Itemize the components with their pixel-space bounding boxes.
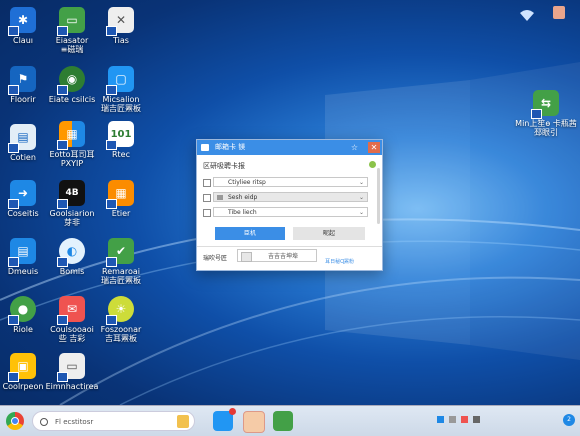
desktop-icon-remaroai[interactable]: ✔ Remaroai 瑞吉匠罴板 [87,238,155,285]
arrow-icon: ➜ [8,180,36,209]
gear-icon: ✱ [8,7,36,36]
desktop-icon-label: Micsalion 瑞吉匠罴板 [101,95,141,113]
desktop-icon-label: Tias [113,36,129,45]
tray-icon[interactable] [460,416,468,423]
4k-icon: 4B [57,180,85,209]
settings-dialog: 邮箱卡 镁 ☆ ✕ 区研吸聘卡报 Ctiyliee ritsp ⌄ Sesh e… [196,139,383,271]
footer-input[interactable]: 吉吉吉坤埠 [237,249,317,262]
app-window-icon: ▢ [106,66,134,95]
taskbar-app-files[interactable] [213,408,236,431]
close-button[interactable]: ✕ [368,142,380,153]
status-icon [369,161,376,168]
globe-icon: ◉ [57,66,85,95]
option-select[interactable]: Tibe liech ⌄ [213,207,368,217]
dialog-scrollbar[interactable] [377,168,380,224]
start-button[interactable] [6,412,24,430]
windows-logo-icon: ▦ [57,121,85,150]
file-icon [241,251,252,262]
app-icon [201,144,209,151]
chevron-down-icon: ⌄ [358,179,364,186]
option-checkbox[interactable] [203,194,211,202]
dialog-titlebar[interactable]: 邮箱卡 镁 ☆ ✕ [197,140,382,155]
taskbar-app-contacts[interactable] [243,411,265,433]
option-checkbox[interactable] [203,179,211,187]
taskbar-app-check[interactable] [273,411,293,431]
tray-icon[interactable] [437,416,444,423]
checkmark-icon: ✔ [106,238,134,267]
desktop-icon-etier[interactable]: ▦ Etier [87,180,155,218]
option-select[interactable]: Ctiyliee ritsp ⌄ [213,177,368,187]
option-label: Sesh eidp [228,194,258,201]
search-placeholder: Fl ecstitosr [55,418,94,426]
option-row[interactable]: Tibe liech ⌄ [203,207,368,218]
dialog-header: 区研吸聘卡报 [197,155,382,171]
divider [197,246,382,247]
search-input[interactable]: Fl ecstitosr [32,411,195,431]
circle-logo-icon: ◐ [57,238,85,267]
mail-icon: ✉ [57,296,85,325]
tray-icon[interactable] [472,416,480,423]
search-icon [40,418,48,426]
network-icon: ⚑ [8,66,36,95]
option-row[interactable]: Ctiyliee ritsp ⌄ [203,177,368,188]
tray-icon[interactable] [448,416,456,423]
desktop-icon-label: Etier [111,209,131,218]
dialog-header-text: 区研吸聘卡报 [203,162,245,170]
desktop-icon-label: Foszoonar 吉耳罴板 [100,325,142,343]
desktop-icon-label: Rtec [111,150,130,159]
document-icon: ▤ [8,124,36,153]
option-select[interactable]: Sesh eidp ⌄ [213,192,368,202]
footer-value: 吉吉吉坤埠 [268,253,299,260]
desktop-icon-label: Min上笙ѳ 卡瓶茜 邳眼引 [515,119,577,137]
desktop-icon-rtec[interactable]: 101 Rtec [87,121,155,159]
footer-label: 瑞吹号匠 [203,255,228,262]
desktop-icon-tias[interactable]: ✕ Tias [87,7,155,45]
monitor-icon: ▭ [57,7,85,36]
footer-link[interactable]: 耳日秘Ɋ罴粉 [325,258,354,265]
dialog-title: 邮箱卡 镁 [215,143,246,151]
wifi-icon[interactable] [519,6,535,21]
binary-icon: 101 [106,121,134,150]
chat-icon: ● [8,296,36,325]
tray-icons[interactable] [437,416,480,425]
desktop-icon-eimnhactirea[interactable]: ▭ Eimnhactirea [38,353,106,391]
pc-icon: ▭ [57,353,85,382]
option-row[interactable]: Sesh eidp ⌄ [203,192,368,203]
cancel-button[interactable]: 昵起 [293,227,365,240]
taskbar: Fl ecstitosr 2 [0,405,580,436]
option-label: Tibe liech [228,209,257,216]
desktop-icon-label: Eimnhactirea [45,382,99,391]
desktop-icon-min-share[interactable]: ⇆ Min上笙ѳ 卡瓶茜 邳眼引 [512,90,580,137]
desktop-icon-label: Remaroai 瑞吉匠罴板 [101,267,141,285]
lightbulb-icon: ☀ [106,296,134,325]
option-icon [217,195,223,200]
network-share-icon: ⇆ [531,90,559,119]
ok-button[interactable]: 臣机 [215,227,285,240]
option-checkbox[interactable] [203,209,211,217]
desktop-icon-foszoonar[interactable]: ☀ Foszoonar 吉耳罴板 [87,296,155,343]
chevron-down-icon: ⌄ [358,209,364,216]
folders-icon: ▣ [8,353,36,382]
notification-icon[interactable] [553,6,565,19]
tray-badge[interactable]: 2 [563,414,575,426]
badge-icon [229,408,236,415]
chevron-down-icon: ⌄ [358,194,364,201]
option-label: Ctiyliee ritsp [228,179,266,186]
search-app-icon [177,415,189,428]
table-icon: ▦ [106,180,134,209]
close-box-icon: ✕ [106,7,134,36]
desktop-icon-micsalion[interactable]: ▢ Micsalion 瑞吉匠罴板 [87,66,155,113]
file-icon: ▤ [8,238,36,267]
pin-icon[interactable]: ☆ [351,140,358,155]
